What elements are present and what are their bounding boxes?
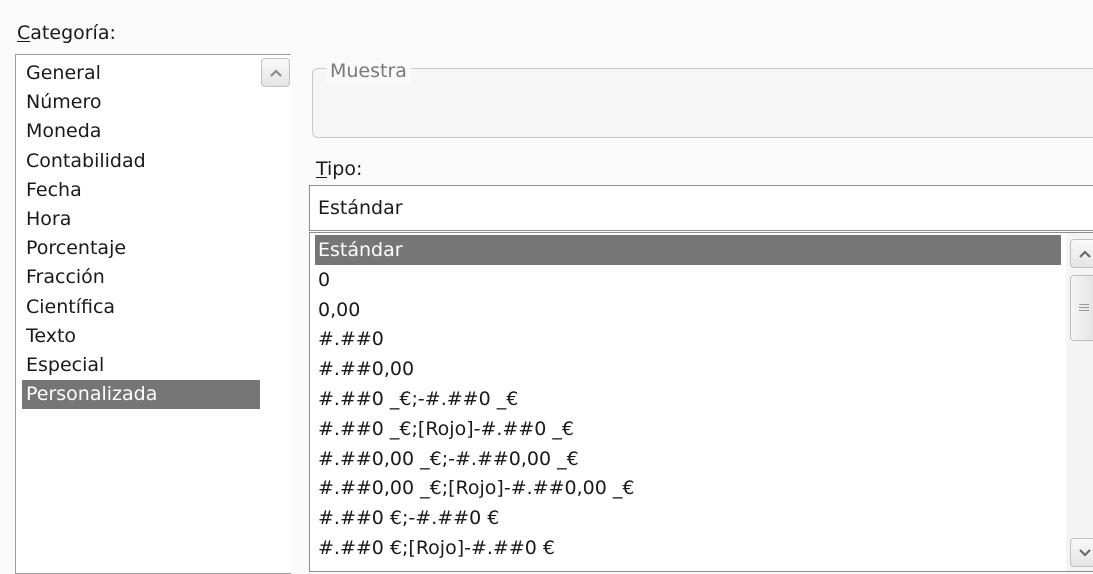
- type-label: Tipo:: [316, 156, 362, 182]
- type-items: Estándar 0 0,00 #.##0 #.##0,00 #.##0 _€;-#.##…: [315, 235, 1061, 563]
- chevron-up-icon: [1078, 249, 1091, 258]
- category-scrollbar[interactable]: [260, 55, 291, 573]
- type-scrollbar[interactable]: [1066, 233, 1093, 571]
- type-item[interactable]: #.##0,00 _€;-#.##0,00 _€: [315, 444, 1061, 474]
- type-item[interactable]: #.##0 _€;[Rojo]-#.##0 _€: [315, 414, 1061, 444]
- type-item[interactable]: #.##0: [315, 324, 1061, 354]
- category-item[interactable]: Personalizada: [22, 380, 262, 410]
- type-label-text: ipo:: [327, 158, 363, 180]
- type-input[interactable]: Estándar: [309, 185, 1093, 231]
- category-label-text: ategoría:: [30, 22, 116, 44]
- category-item[interactable]: General: [22, 59, 262, 88]
- category-item[interactable]: Contabilidad: [22, 147, 262, 176]
- category-item[interactable]: Fracción: [22, 263, 262, 292]
- category-item[interactable]: Hora: [22, 205, 262, 234]
- category-item[interactable]: Texto: [22, 322, 262, 351]
- type-item[interactable]: 0: [315, 265, 1061, 295]
- type-listbox[interactable]: Estándar 0 0,00 #.##0 #.##0,00 #.##0 _€;-#.##…: [309, 232, 1093, 572]
- category-scroll-up-button[interactable]: [261, 58, 290, 87]
- category-item[interactable]: Moneda: [22, 117, 262, 146]
- category-label-accesskey: C: [17, 22, 31, 44]
- category-item[interactable]: Científica: [22, 293, 262, 322]
- chevron-up-icon: [269, 68, 282, 77]
- type-item[interactable]: #.##0,00: [315, 354, 1061, 384]
- category-item[interactable]: Número: [22, 88, 262, 117]
- type-item[interactable]: #.##0 _€;-#.##0 _€: [315, 384, 1061, 414]
- category-label: Categoría:: [17, 20, 116, 46]
- type-scroll-up-button[interactable]: [1070, 239, 1093, 268]
- type-item[interactable]: #.##0,00 _€;[Rojo]-#.##0,00 _€: [315, 473, 1061, 503]
- category-items: General Número Moneda Contabilidad Fecha Hora…: [22, 59, 262, 410]
- type-item[interactable]: 0,00: [315, 295, 1061, 325]
- type-scroll-thumb[interactable]: [1070, 275, 1093, 341]
- type-item[interactable]: #.##0 €;[Rojo]-#.##0 €: [315, 533, 1061, 563]
- category-item[interactable]: Porcentaje: [22, 234, 262, 263]
- sample-groupbox: [312, 68, 1093, 138]
- type-item[interactable]: Estándar: [315, 235, 1061, 265]
- category-item[interactable]: Especial: [22, 351, 262, 380]
- grip-icon: [1079, 303, 1089, 313]
- category-listbox[interactable]: General Número Moneda Contabilidad Fecha Hora…: [15, 54, 291, 574]
- type-label-accesskey: T: [316, 158, 328, 180]
- sample-legend: Muestra: [326, 58, 411, 84]
- type-item[interactable]: #.##0 €;-#.##0 €: [315, 503, 1061, 533]
- type-scroll-down-button[interactable]: [1070, 538, 1093, 567]
- category-item[interactable]: Fecha: [22, 176, 262, 205]
- chevron-down-icon: [1078, 548, 1091, 557]
